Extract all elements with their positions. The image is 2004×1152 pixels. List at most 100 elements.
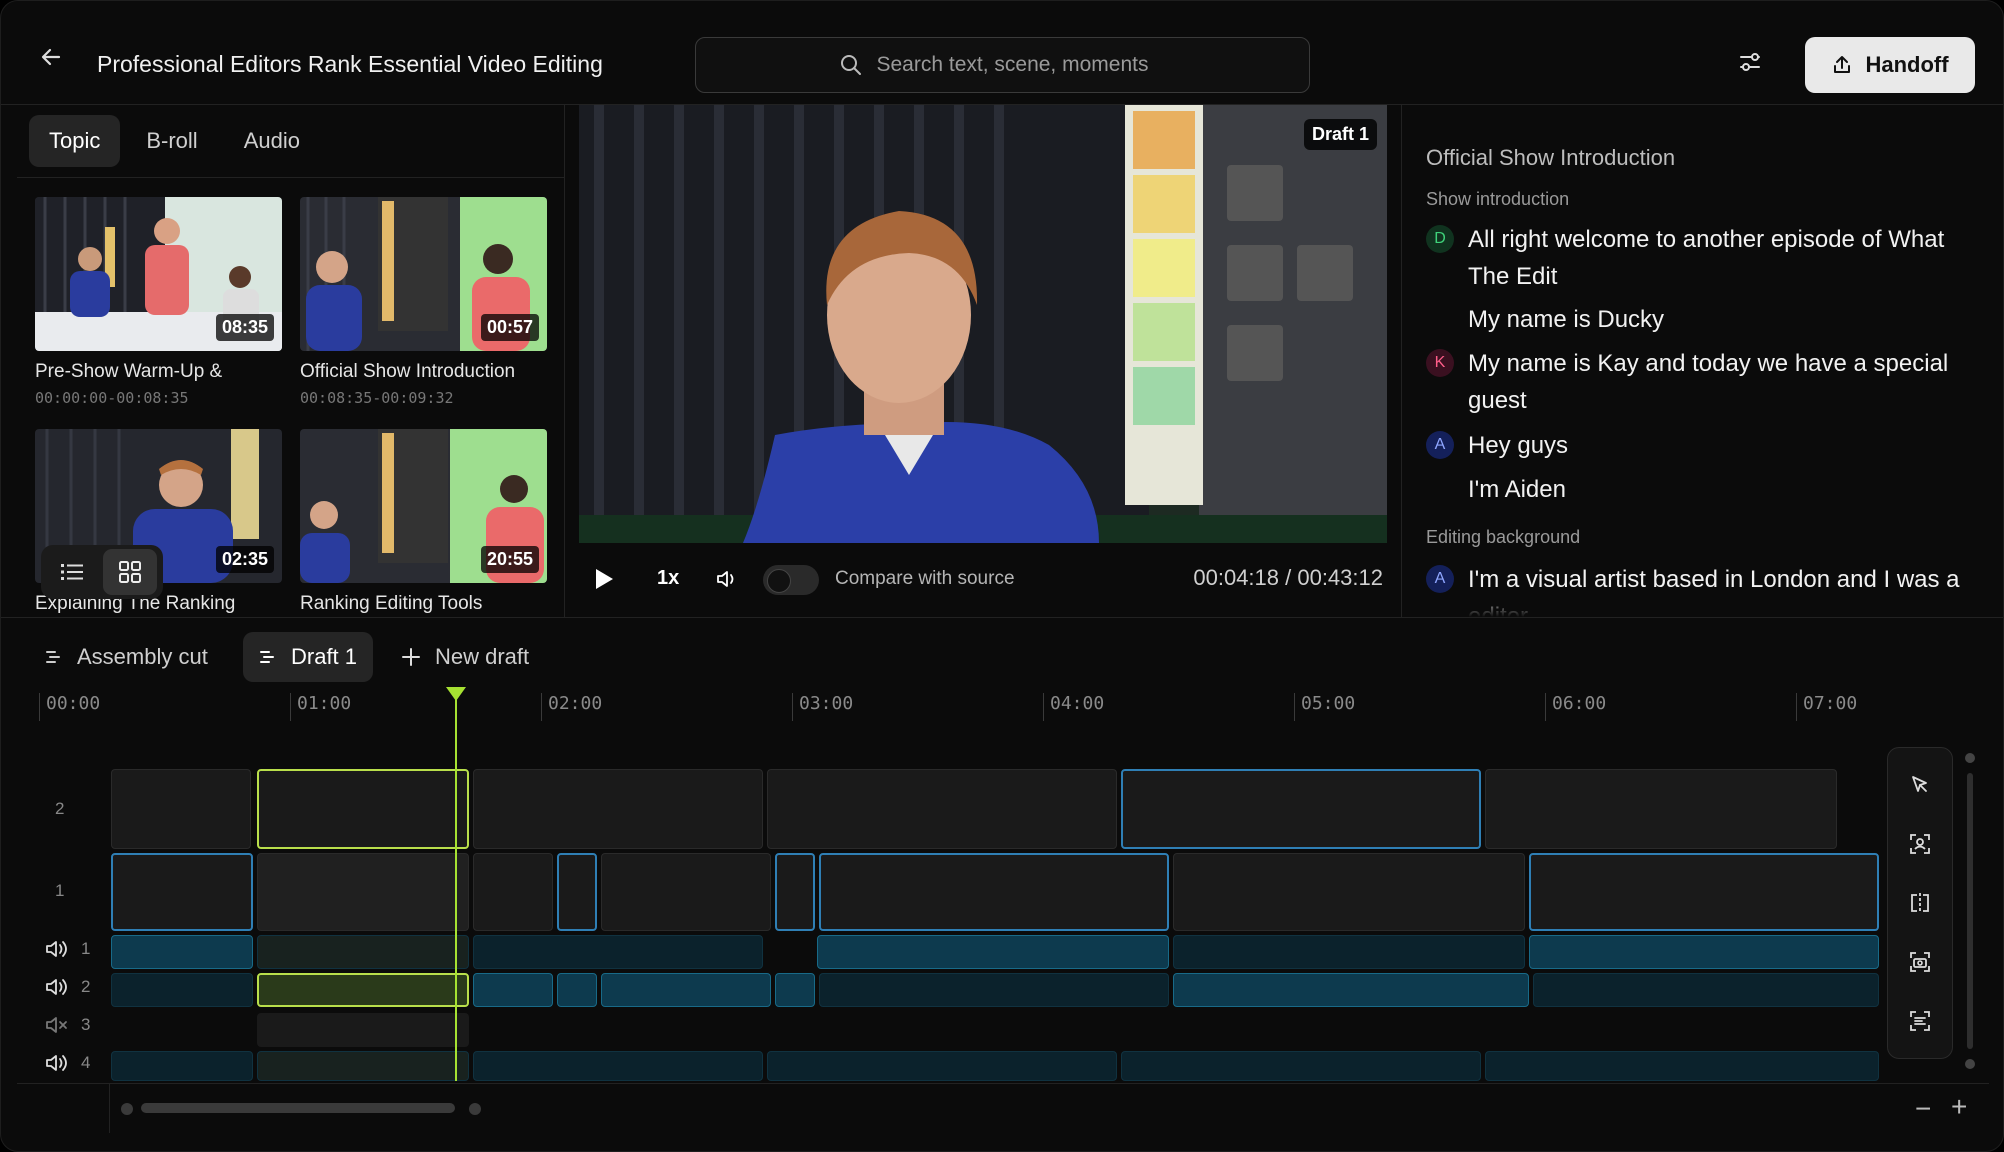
video-clip[interactable] [473,853,553,931]
video-clip[interactable] [1529,853,1879,931]
clip-thumbnail: 08:35 [35,197,282,351]
transcript-line[interactable]: My name is Ducky [1468,301,1968,338]
audio-track-label: 3 [45,1015,90,1035]
timeline[interactable]: 00:00 01:00 02:00 03:00 04:00 05:00 06:0… [17,681,1989,1081]
select-cursor-icon[interactable] [1902,767,1938,803]
vertical-scrollbar[interactable] [1965,753,1975,1073]
clip-name: Pre-Show Warm-Up & [35,361,223,382]
video-clip[interactable] [1173,853,1525,931]
playhead[interactable] [446,687,466,1081]
video-clip[interactable] [1485,769,1837,849]
audio-clip[interactable] [1533,973,1879,1007]
video-clip[interactable] [767,769,1117,849]
video-clip[interactable] [557,853,597,931]
time-ruler[interactable]: 00:00 01:00 02:00 03:00 04:00 05:00 06:0… [39,693,1899,733]
video-clip[interactable] [111,853,253,931]
zoom-out-button[interactable]: − [1915,1093,1931,1125]
audio-clip[interactable] [111,1051,253,1081]
audio-clip[interactable] [767,1051,1117,1081]
grid-view-icon[interactable] [103,549,157,595]
audio-clip[interactable] [1485,1051,1879,1081]
transcript-line[interactable]: All right welcome to another episode of … [1468,221,1968,295]
scroll-fade [1402,591,1989,617]
search-bar[interactable] [695,37,1310,93]
tab-assembly-cut[interactable]: Assembly cut [29,632,224,682]
mute-icon[interactable] [45,1015,69,1035]
audio-clip[interactable] [257,935,469,969]
split-frame-icon[interactable] [1902,885,1938,921]
audio-clip[interactable] [473,935,763,969]
video-track-label: 1 [55,881,65,900]
audio-clip-selected[interactable] [257,973,469,1007]
play-icon[interactable] [593,567,615,596]
media-tabs: Topic B-roll Audio [29,115,320,167]
audio-track-label: 2 [45,977,90,997]
scroll-thumb[interactable] [1967,773,1973,1049]
filter-settings-icon[interactable] [1737,49,1769,81]
audio-track-4 [111,1051,1887,1081]
tab-topic[interactable]: Topic [29,115,121,167]
video-clip[interactable] [1121,769,1481,849]
audio-clip[interactable] [111,935,253,969]
video-player: Draft 1 1x Compare with source 00:04:18 … [579,105,1387,617]
search-icon [840,55,861,75]
video-clip[interactable] [775,853,815,931]
view-mode-toggle [41,545,163,599]
clip-card[interactable]: 08:35 Pre-Show Warm-Up & 00:00:00-00:08:… [35,197,282,407]
audio-clip[interactable] [1121,1051,1481,1081]
tab-b-roll[interactable]: B-roll [126,115,217,167]
video-clip[interactable] [111,769,251,849]
transcript-line[interactable]: My name is Kay and today we have a speci… [1468,345,1968,419]
audio-clip[interactable] [257,1051,469,1081]
audio-clip[interactable] [817,935,1169,969]
audio-clip[interactable] [557,973,597,1007]
clip-card[interactable]: 00:57 Official Show Introduction 00:08:3… [300,197,547,407]
speaker-icon[interactable] [45,1053,69,1073]
zoom-in-button[interactable]: + [1951,1091,1967,1123]
new-draft-button[interactable]: New draft [385,632,545,682]
tab-draft-1[interactable]: Draft 1 [243,632,374,682]
audio-clip[interactable] [1173,935,1525,969]
audio-clip[interactable] [1529,935,1879,969]
share-upload-icon [1834,56,1851,73]
face-detect-icon[interactable] [1902,826,1938,862]
video-clip[interactable] [257,853,469,931]
video-clip[interactable] [473,769,763,849]
speaker-avatar: D [1426,225,1454,253]
scroll-thumb[interactable] [141,1103,455,1113]
audio-clip[interactable] [601,973,771,1007]
transcript-line[interactable]: I'm Aiden [1468,471,1968,508]
audio-track-1 [111,935,1887,969]
video-clip[interactable] [601,853,771,931]
audio-clip[interactable] [819,973,1169,1007]
compare-toggle[interactable] [763,565,819,595]
search-input[interactable] [876,53,1167,77]
video-clip[interactable] [819,853,1169,931]
handoff-button[interactable]: Handoff [1805,37,1975,93]
speaker-icon[interactable] [45,939,69,959]
video-preview[interactable]: Draft 1 [579,105,1387,543]
audio-clip[interactable] [775,973,815,1007]
speaker-icon[interactable] [45,977,69,997]
video-track-1 [111,853,1887,931]
video-clip-selected[interactable] [257,769,469,849]
audio-clip[interactable] [473,973,553,1007]
player-controls: 1x Compare with source 00:04:18 / 00:43:… [579,543,1387,617]
clip-card[interactable]: 20:55 Ranking Editing Tools [300,429,547,615]
audio-clip[interactable] [1173,973,1529,1007]
timeline-tools [1887,747,1953,1059]
back-arrow-icon[interactable] [39,45,73,85]
volume-icon[interactable] [715,567,739,596]
scroll-cap [1965,1059,1975,1069]
horizontal-scrollbar[interactable] [121,1101,481,1115]
clip-duration: 00:57 [480,314,539,341]
playback-speed[interactable]: 1x [657,567,679,590]
camera-capture-icon[interactable] [1902,944,1938,980]
audio-clip[interactable] [111,973,253,1007]
clip-name: Ranking Editing Tools [300,593,483,614]
transcript-line[interactable]: Hey guys [1468,427,1968,464]
list-view-icon[interactable] [45,549,99,595]
caption-scan-icon[interactable] [1902,1003,1938,1039]
audio-clip[interactable] [473,1051,763,1081]
tab-audio[interactable]: Audio [224,115,320,167]
